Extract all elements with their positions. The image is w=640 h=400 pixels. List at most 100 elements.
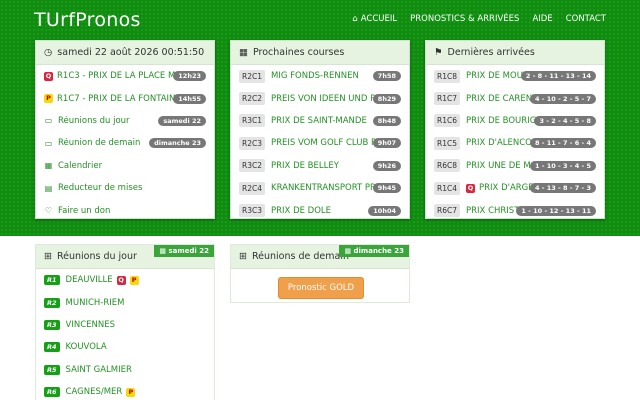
plus-square-icon: ⊞ [44, 251, 52, 262]
arrival-result: 1 - 10 - 3 - 4 - 5 [529, 160, 596, 171]
arrival-result: 4 - 13 - 8 - 7 - 3 [529, 183, 596, 194]
race-time: 10h04 [368, 205, 401, 216]
clock-icon: ◷ [44, 47, 53, 58]
link-label: Réunions du jour [58, 115, 130, 126]
pronostic-gold-button[interactable]: Pronostic GOLD [278, 277, 364, 299]
brand-logo[interactable]: TUrfPronos [34, 9, 141, 31]
main-menu: ⌂ ACCUEIL PRONOSTICS & ARRIVÉES AIDE CON… [352, 14, 606, 24]
reunion-name: DEAUVILLE [65, 275, 113, 286]
arrival-row[interactable]: R1C8 PRIX DE MOULINS 2 - 8 - 11 - 13 - 14 [426, 65, 604, 87]
quinte-icon: Q [44, 71, 53, 81]
reunion-row[interactable]: R6 CAGNES/MER P [36, 381, 214, 400]
race-time-badge: 14h55 [173, 93, 206, 104]
race-code: R2C2 [239, 92, 265, 106]
race-time: 8h29 [372, 93, 401, 104]
race-label: R1C3 - PRIX DE LA PLACE MORNY [57, 71, 187, 82]
race-row[interactable]: R3C2 PRIX DE BELLEY 9h26 [231, 155, 409, 177]
link-reunion-demain[interactable]: ▭ Réunion de demain dimanche 23 [36, 132, 214, 154]
race-time: 9h07 [372, 138, 401, 149]
arrival-result: 4 - 10 - 2 - 5 - 7 [529, 93, 596, 104]
race-row[interactable]: R3C3 PRIX DE DOLE 10h04 [231, 199, 409, 221]
race-code: R6C8 [434, 159, 460, 173]
upcoming-race-1[interactable]: Q R1C3 - PRIX DE LA PLACE MORNY 12h23 [36, 65, 214, 87]
arrival-result: 3 - 2 - 4 - 5 - 8 [534, 115, 596, 126]
reunion-code: R1 [44, 275, 60, 286]
panel-title: Réunions de demain [251, 251, 349, 262]
arrival-row[interactable]: R1C6 PRIX DE BOURIGNY 3 - 2 - 4 - 5 - 8 [426, 110, 604, 132]
race-code: R1C7 [434, 92, 460, 106]
race-row[interactable]: R2C1 MIG FONDS-RENNEN 7h58 [231, 65, 409, 87]
reunion-name: VINCENNES [65, 319, 115, 330]
race-code: R3C1 [239, 114, 265, 128]
panel-title: Dernières arrivées [447, 47, 535, 58]
heart-icon: ♡ [44, 206, 53, 216]
reunions-jour-header: ⊞ Réunions du jour ▦ samedi 22 [36, 245, 214, 269]
reunion-row[interactable]: R2 MUNICH-RIEM [36, 291, 214, 313]
reunion-row[interactable]: R3 VINCENNES [36, 314, 214, 336]
arrival-row[interactable]: R1C4 Q PRIX D'ARGENTAN 4 - 13 - 8 - 7 - 3 [426, 177, 604, 199]
race-name: MIG FONDS-RENNEN [271, 71, 359, 82]
home-icon: ⌂ [352, 14, 358, 24]
race-name: KRANKENTRANSPORT PREIS-S [271, 183, 381, 194]
quinte-icon: Q [466, 183, 475, 193]
date-tag: ▦ dimanche 23 [339, 245, 409, 257]
next-races-header: ▦ Prochaines courses [231, 41, 409, 65]
race-code: R1C4 [434, 181, 460, 195]
race-time: 9h26 [372, 160, 401, 171]
reunion-code: R3 [44, 319, 60, 330]
race-name: PRIX UNE DE MAI [466, 160, 539, 171]
race-label: R1C7 - PRIX DE LA FONTAINE MORNY [57, 93, 187, 104]
reunion-code: R6 [44, 387, 60, 398]
calendar-icon: ▦ [44, 161, 53, 171]
race-code: R1C5 [434, 136, 460, 150]
race-code: R2C3 [239, 136, 265, 150]
race-row[interactable]: R2C3 PREIS VOM GOLF CLUB RIEM 9h07 [231, 132, 409, 154]
arrival-row[interactable]: R6C8 PRIX UNE DE MAI 1 - 10 - 3 - 4 - 5 [426, 155, 604, 177]
date-tag-label: dimanche 23 [353, 247, 404, 255]
arrival-row[interactable]: R1C7 PRIX DE CARENTAN 4 - 10 - 2 - 5 - 7 [426, 87, 604, 109]
plus-square-icon: ⊞ [239, 251, 247, 262]
reunion-row[interactable]: R5 SAINT GALMIER [36, 359, 214, 381]
upcoming-race-2[interactable]: P R1C7 - PRIX DE LA FONTAINE MORNY 14h55 [36, 87, 214, 109]
arrival-result: 8 - 11 - 7 - 6 - 4 [529, 138, 596, 149]
reunion-row[interactable]: R1 DEAUVILLE Q P [36, 269, 214, 291]
reunion-row[interactable]: R4 KOUVOLA [36, 336, 214, 358]
nav-pronostics[interactable]: PRONOSTICS & ARRIVÉES [410, 14, 519, 24]
link-calendrier[interactable]: ▦ Calendrier [36, 155, 214, 177]
race-code: R6C7 [434, 204, 460, 218]
reunions-demain-panel: ⊞ Réunions de demain ▦ dimanche 23 Prono… [230, 244, 410, 303]
nav-home[interactable]: ⌂ ACCUEIL [352, 14, 397, 24]
race-name: PREIS VOM GOLF CLUB RIEM [271, 138, 381, 149]
race-row[interactable]: R2C2 PREIS VON IDEEN UND PARTY8h29 [231, 87, 409, 109]
last-arrivals-header: ⚑ Dernières arrivées [426, 41, 604, 65]
calendar-icon: ▦ [239, 47, 248, 58]
reunions-jour-panel: ⊞ Réunions du jour ▦ samedi 22 R1 DEAUVIL… [35, 244, 215, 400]
date-panel-header: ◷ samedi 22 août 2026 00:51:50 [36, 41, 214, 65]
arrival-result: 2 - 8 - 11 - 13 - 14 [520, 71, 596, 82]
link-don[interactable]: ♡ Faire un don [36, 199, 214, 221]
race-row[interactable]: R2C4 KRANKENTRANSPORT PREIS-S9h45 [231, 177, 409, 199]
reunion-name: CAGNES/MER [65, 387, 123, 398]
link-label: Réunion de demain [58, 138, 141, 149]
race-code: R3C3 [239, 204, 265, 218]
nav-aide[interactable]: AIDE [532, 14, 552, 24]
arrival-row[interactable]: R6C7 PRIX CHRISTIAN 1 - 10 - 12 - 13 - 11 [426, 199, 604, 221]
arrival-row[interactable]: R1C5 PRIX D'ALENCON 8 - 11 - 7 - 6 - 4 [426, 132, 604, 154]
race-code: R3C2 [239, 159, 265, 173]
race-name: PRIX DE BELLEY [271, 160, 339, 171]
race-name: PRIX D'ALENCON [466, 138, 539, 149]
quinte-icon: Q [116, 275, 126, 285]
nav-contact[interactable]: CONTACT [566, 14, 606, 24]
race-code: R1C6 [434, 114, 460, 128]
link-reunions-jour[interactable]: ▭ Réunions du jour samedi 22 [36, 110, 214, 132]
date-badge: samedi 22 [158, 115, 206, 126]
link-label: Reducteur de mises [58, 183, 143, 194]
navbar: TUrfPronos ⌂ ACCUEIL PRONOSTICS & ARRIVÉ… [0, 0, 640, 38]
nav-home-label: ACCUEIL [360, 14, 398, 24]
link-reducteur[interactable]: ▤ Reducteur de mises [36, 177, 214, 199]
race-code: R2C4 [239, 181, 265, 195]
date-tag: ▦ samedi 22 [154, 245, 214, 257]
arrival-result: 1 - 10 - 12 - 13 - 11 [516, 205, 596, 216]
next-races-panel: ▦ Prochaines courses R2C1 MIG FONDS-RENNE… [230, 40, 410, 219]
race-row[interactable]: R3C1 PRIX DE SAINT-MANDE 8h48 [231, 110, 409, 132]
